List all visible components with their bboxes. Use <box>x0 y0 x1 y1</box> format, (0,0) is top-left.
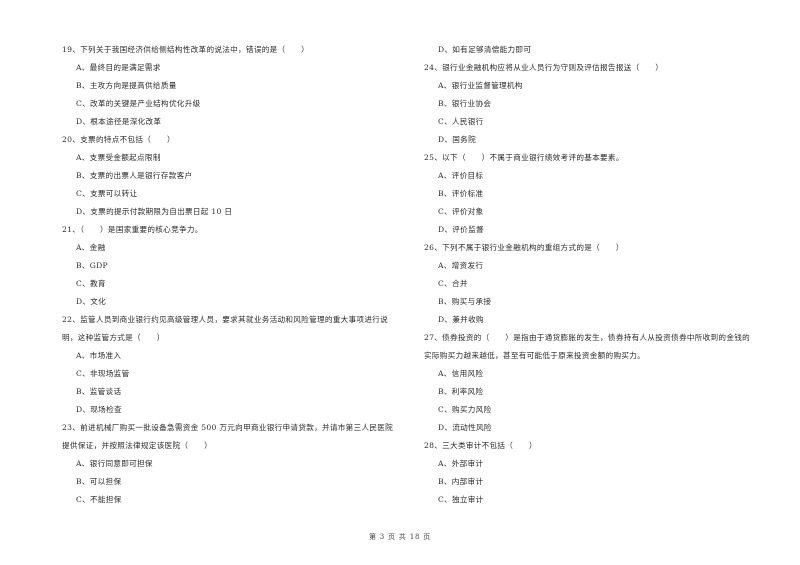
answer-option: D、现场检查 <box>76 405 122 414</box>
answer-option: A、市场准入 <box>76 351 122 360</box>
answer-option: C、不能担保 <box>76 495 122 504</box>
answer-option: B、评价标准 <box>438 189 484 198</box>
answer-option: C、教育 <box>76 279 106 288</box>
answer-option: D、兼并收购 <box>438 315 484 324</box>
answer-option: B、银行业协会 <box>438 99 492 108</box>
question-text: 19、下列关于我国经济供给侧结构性改革的说法中，错误的是（ ） <box>62 45 310 54</box>
answer-option: D、根本途径是深化改革 <box>76 117 162 126</box>
question-text: 22、监管人员到商业银行约见高级管理人员，要求其就业务活动和风险管理的重大事项进… <box>62 315 389 324</box>
answer-option: B、利率风险 <box>438 387 484 396</box>
answer-option: A、金融 <box>76 243 106 252</box>
answer-option: C、改革的关键是产业结构优化升级 <box>76 99 201 108</box>
page-number: 第 3 页 共 18 页 <box>368 533 432 541</box>
answer-option: D、文化 <box>76 297 107 306</box>
answer-option: B、支票的出票人是银行存款客户 <box>76 171 193 180</box>
answer-option: C、合并 <box>438 279 468 288</box>
answer-option: A、支票受金额起点限制 <box>76 153 161 162</box>
answer-option: A、银行同意即可担保 <box>76 459 153 468</box>
answer-option: C、人民银行 <box>438 117 484 126</box>
left-column: 19、下列关于我国经济供给侧结构性改革的说法中，错误的是（ ） A、最终目的是满足… <box>62 41 422 509</box>
answer-option: D、流动性风险 <box>438 423 492 432</box>
answer-option: A、银行业监督管理机构 <box>438 81 523 90</box>
question-text: 明，这种监管方式是（ ） <box>62 333 165 342</box>
answer-option: B、内部审计 <box>438 477 484 486</box>
answer-option: C、独立审计 <box>438 495 484 504</box>
answer-option: D、国务院 <box>438 135 476 144</box>
question-text: 提供保证，并按照法律规定该医院（ ） <box>62 441 212 450</box>
answer-option: D、如有足够清偿能力即可 <box>438 45 532 54</box>
answer-option: C、购买力风险 <box>438 405 492 414</box>
answer-option: B、可以担保 <box>76 477 122 486</box>
question-text: 28、三大类审计不包括（ ） <box>424 441 537 450</box>
answer-option: A、外部审计 <box>438 459 484 468</box>
answer-option: D、支票的提示付款期限为自出票日起 10 日 <box>76 207 233 216</box>
answer-option: B、主攻方向是提高供给质量 <box>76 81 177 90</box>
answer-option: D、评价监督 <box>438 225 484 234</box>
right-column: D、如有足够清偿能力即可 24、银行业金融机构应将从业人员行为守则及评估报告报送（… <box>424 41 784 509</box>
question-text: 实际购买力越来越低，甚至有可能低于原来投资金额的购买力。 <box>424 351 646 360</box>
answer-option: B、购买与承接 <box>438 297 492 306</box>
answer-option: A、信用风险 <box>438 369 484 378</box>
answer-option: A、评价目标 <box>438 171 484 180</box>
answer-option: C、评价对象 <box>438 207 484 216</box>
question-text: 24、银行业金融机构应将从业人员行为守则及评估报告报送（ ） <box>424 63 664 72</box>
question-text: 27、债券投资的（ ）是指由于通货膨胀的发生，债券持有人从投资债券中所收到的金钱… <box>424 333 751 342</box>
answer-option: B、GDP <box>76 261 108 270</box>
question-text: 25、以下（ ）不属于商业银行绩效考评的基本要素。 <box>424 153 624 162</box>
answer-option: C、非现场监管 <box>76 369 130 378</box>
answer-option: C、支票可以转让 <box>76 189 138 198</box>
question-text: 20、支票的特点不包括（ ） <box>62 135 175 144</box>
answer-option: A、最终目的是满足需求 <box>76 63 161 72</box>
answer-option: A、增资发行 <box>438 261 484 270</box>
question-text: 26、下列不属于银行业金融机构的重组方式的是（ ） <box>424 243 624 252</box>
question-text: 23、前进机械厂购买一批设备急需资金 500 万元向甲商业银行申请贷款，并请市第… <box>62 423 394 432</box>
answer-option: B、监管谈话 <box>76 387 122 396</box>
question-text: 21、（ ）是国家重要的核心竞争力。 <box>62 225 203 234</box>
